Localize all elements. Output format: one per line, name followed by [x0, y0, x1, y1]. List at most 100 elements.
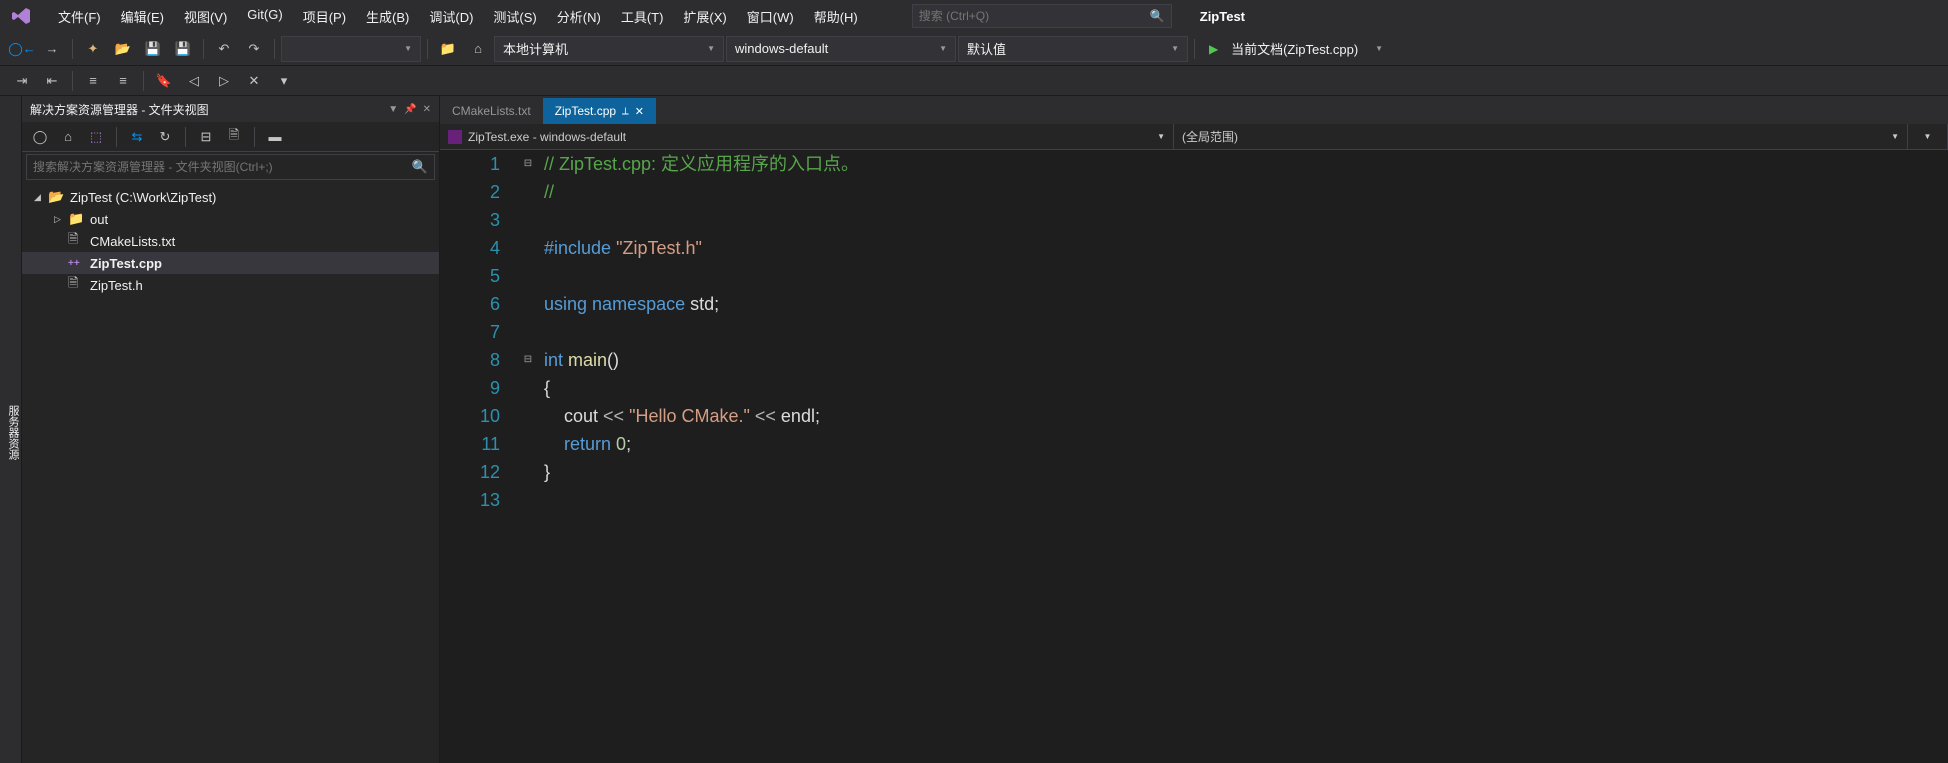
member-context-dropdown[interactable]: ▼ [1908, 124, 1948, 149]
menu-item[interactable]: 视图(V) [174, 3, 237, 30]
h-file-icon: 🗎 [68, 274, 86, 296]
nav-fwd-button[interactable]: → [38, 35, 66, 63]
menu-item[interactable]: 文件(F) [48, 3, 111, 30]
menu-item[interactable]: 生成(B) [356, 3, 419, 30]
document-tabs: CMakeLists.txt ZipTest.cpp ⟂ ✕ [440, 96, 1948, 124]
menu-bar: 文件(F)编辑(E)视图(V)Git(G)项目(P)生成(B)调试(D)测试(S… [0, 0, 1948, 32]
menu-item[interactable]: 调试(D) [419, 3, 483, 30]
folder-open-icon: 📂 [48, 189, 66, 205]
expand-arrow-icon[interactable]: ◢ [34, 192, 48, 203]
window-position-icon[interactable]: ▼ [388, 104, 398, 115]
explorer-toolbar: ◯ ⌂ ⬚ ⇆ ↻ ⊟ 🗎 ▬ [22, 122, 439, 152]
next-bookmark-button[interactable]: ▷ [210, 67, 238, 95]
comment-button[interactable]: ≡ [79, 67, 107, 95]
explorer-search-input[interactable] [33, 160, 412, 174]
cpp-file-icon: ++ [68, 258, 86, 269]
home-button[interactable]: ⌂ [464, 35, 492, 63]
tree-file-cmake[interactable]: 🗎 CMakeLists.txt [22, 230, 439, 252]
vs-logo-icon [8, 2, 36, 30]
outdent-button[interactable]: ⇤ [38, 67, 66, 95]
open-file-button[interactable]: 📂 [109, 35, 137, 63]
nav-back-button[interactable]: ◯← [8, 35, 36, 63]
switch-view-icon[interactable]: ⬚ [84, 125, 108, 149]
tree-label: ZipTest (C:\Work\ZipTest) [70, 190, 216, 205]
tab-label: CMakeLists.txt [452, 104, 531, 118]
tab-label: ZipTest.cpp [555, 104, 616, 118]
tree-file-ziptest-cpp[interactable]: ++ ZipTest.cpp [22, 252, 439, 274]
tree-folder-out[interactable]: ▷ 📁 out [22, 208, 439, 230]
redo-button[interactable]: ↷ [240, 35, 268, 63]
show-all-files-icon[interactable]: 🗎 [222, 125, 246, 149]
line-number-gutter: 12345678910111213 [440, 150, 516, 763]
tree-label: CMakeLists.txt [90, 234, 175, 249]
toolbar-options-button[interactable]: ▾ [270, 67, 298, 95]
pin-icon[interactable]: 📌 [404, 104, 416, 115]
target-machine-dropdown[interactable]: 本地计算机▼ [494, 36, 724, 62]
undo-button[interactable]: ↶ [210, 35, 238, 63]
server-explorer-tab[interactable]: 服务器资源 [0, 96, 22, 763]
menu-item[interactable]: 工具(T) [611, 3, 674, 30]
menu-item[interactable]: 分析(N) [547, 3, 611, 30]
explorer-header: 解决方案资源管理器 - 文件夹视图 ▼ 📌 ✕ [22, 96, 439, 122]
menu-item[interactable]: 帮助(H) [804, 3, 868, 30]
tree-label: ZipTest.h [90, 278, 143, 293]
code-editor[interactable]: 12345678910111213 ⊟⊟ // ZipTest.cpp: 定义应… [440, 150, 1948, 763]
solution-name-label: ZipTest [1200, 9, 1245, 24]
menu-item[interactable]: 窗口(W) [737, 3, 804, 30]
tab-cmakelists[interactable]: CMakeLists.txt [440, 98, 543, 124]
solution-explorer-panel: 解决方案资源管理器 - 文件夹视图 ▼ 📌 ✕ ◯ ⌂ ⬚ ⇆ ↻ ⊟ 🗎 ▬ … [22, 96, 440, 763]
play-icon: ▶ [1209, 42, 1218, 56]
new-project-button[interactable]: ✦ [79, 35, 107, 63]
app-icon [448, 130, 462, 144]
explorer-search[interactable]: 🔍 [26, 154, 435, 180]
menu-item[interactable]: 编辑(E) [111, 3, 174, 30]
bookmark-button[interactable]: 🔖 [150, 67, 178, 95]
tab-ziptest-cpp[interactable]: ZipTest.cpp ⟂ ✕ [543, 98, 656, 124]
tree-label: ZipTest.cpp [90, 256, 162, 271]
menu-item[interactable]: 扩展(X) [673, 3, 736, 30]
search-input[interactable] [919, 9, 1150, 23]
search-icon: 🔍 [1150, 9, 1165, 23]
folder-icon: 📁 [68, 211, 86, 227]
standard-toolbar: ◯← → ✦ 📂 💾 💾 ↶ ↷ ▼ 📁 ⌂ 本地计算机▼ windows-de… [0, 32, 1948, 66]
tree-file-ziptest-h[interactable]: 🗎 ZipTest.h [22, 274, 439, 296]
menu-item[interactable]: Git(G) [237, 3, 292, 30]
menu-item[interactable]: 项目(P) [293, 3, 356, 30]
close-icon[interactable]: ✕ [423, 104, 431, 115]
properties-icon[interactable]: ▬ [263, 125, 287, 149]
sync-icon[interactable]: ⇆ [125, 125, 149, 149]
collapse-all-icon[interactable]: ⊟ [194, 125, 218, 149]
config-dropdown[interactable]: windows-default▼ [726, 36, 956, 62]
build-config-dropdown[interactable]: 默认值▼ [958, 36, 1188, 62]
pin-icon[interactable]: ⟂ [622, 106, 629, 117]
open-folder-button[interactable]: 📁 [434, 35, 462, 63]
indent-button[interactable]: ⇥ [8, 67, 36, 95]
menu-item[interactable]: 测试(S) [483, 3, 546, 30]
file-icon: 🗎 [68, 230, 86, 252]
debug-target-dropdown[interactable]: ▶ 当前文档(ZipTest.cpp)▼ [1201, 36, 1391, 62]
fold-margin[interactable]: ⊟⊟ [516, 150, 540, 763]
home-icon[interactable]: ⌂ [56, 125, 80, 149]
tree-label: out [90, 212, 108, 227]
explorer-title: 解决方案资源管理器 - 文件夹视图 [30, 101, 209, 118]
back-icon[interactable]: ◯ [28, 125, 52, 149]
close-icon[interactable]: ✕ [635, 105, 644, 118]
clear-bookmarks-button[interactable]: ✕ [240, 67, 268, 95]
text-editor-toolbar: ⇥ ⇤ ≡ ≡ 🔖 ◁ ▷ ✕ ▾ [0, 66, 1948, 96]
project-context-dropdown[interactable]: ZipTest.exe - windows-default ▼ [440, 124, 1174, 149]
solution-tree: ◢ 📂 ZipTest (C:\Work\ZipTest) ▷ 📁 out 🗎 … [22, 182, 439, 300]
editor-area: CMakeLists.txt ZipTest.cpp ⟂ ✕ ZipTest.e… [440, 96, 1948, 763]
solution-config-dropdown[interactable]: ▼ [281, 36, 421, 62]
refresh-icon[interactable]: ↻ [153, 125, 177, 149]
scope-context-dropdown[interactable]: (全局范围)▼ [1174, 124, 1908, 149]
uncomment-button[interactable]: ≡ [109, 67, 137, 95]
code-content[interactable]: // ZipTest.cpp: 定义应用程序的入口点。//#include "Z… [540, 150, 1948, 763]
save-all-button[interactable]: 💾 [169, 35, 197, 63]
tree-root[interactable]: ◢ 📂 ZipTest (C:\Work\ZipTest) [22, 186, 439, 208]
search-icon: 🔍 [412, 159, 428, 175]
expand-arrow-icon[interactable]: ▷ [54, 214, 68, 225]
navigation-bar: ZipTest.exe - windows-default ▼ (全局范围)▼ … [440, 124, 1948, 150]
save-button[interactable]: 💾 [139, 35, 167, 63]
quick-launch-search[interactable]: 🔍 [912, 4, 1172, 28]
prev-bookmark-button[interactable]: ◁ [180, 67, 208, 95]
